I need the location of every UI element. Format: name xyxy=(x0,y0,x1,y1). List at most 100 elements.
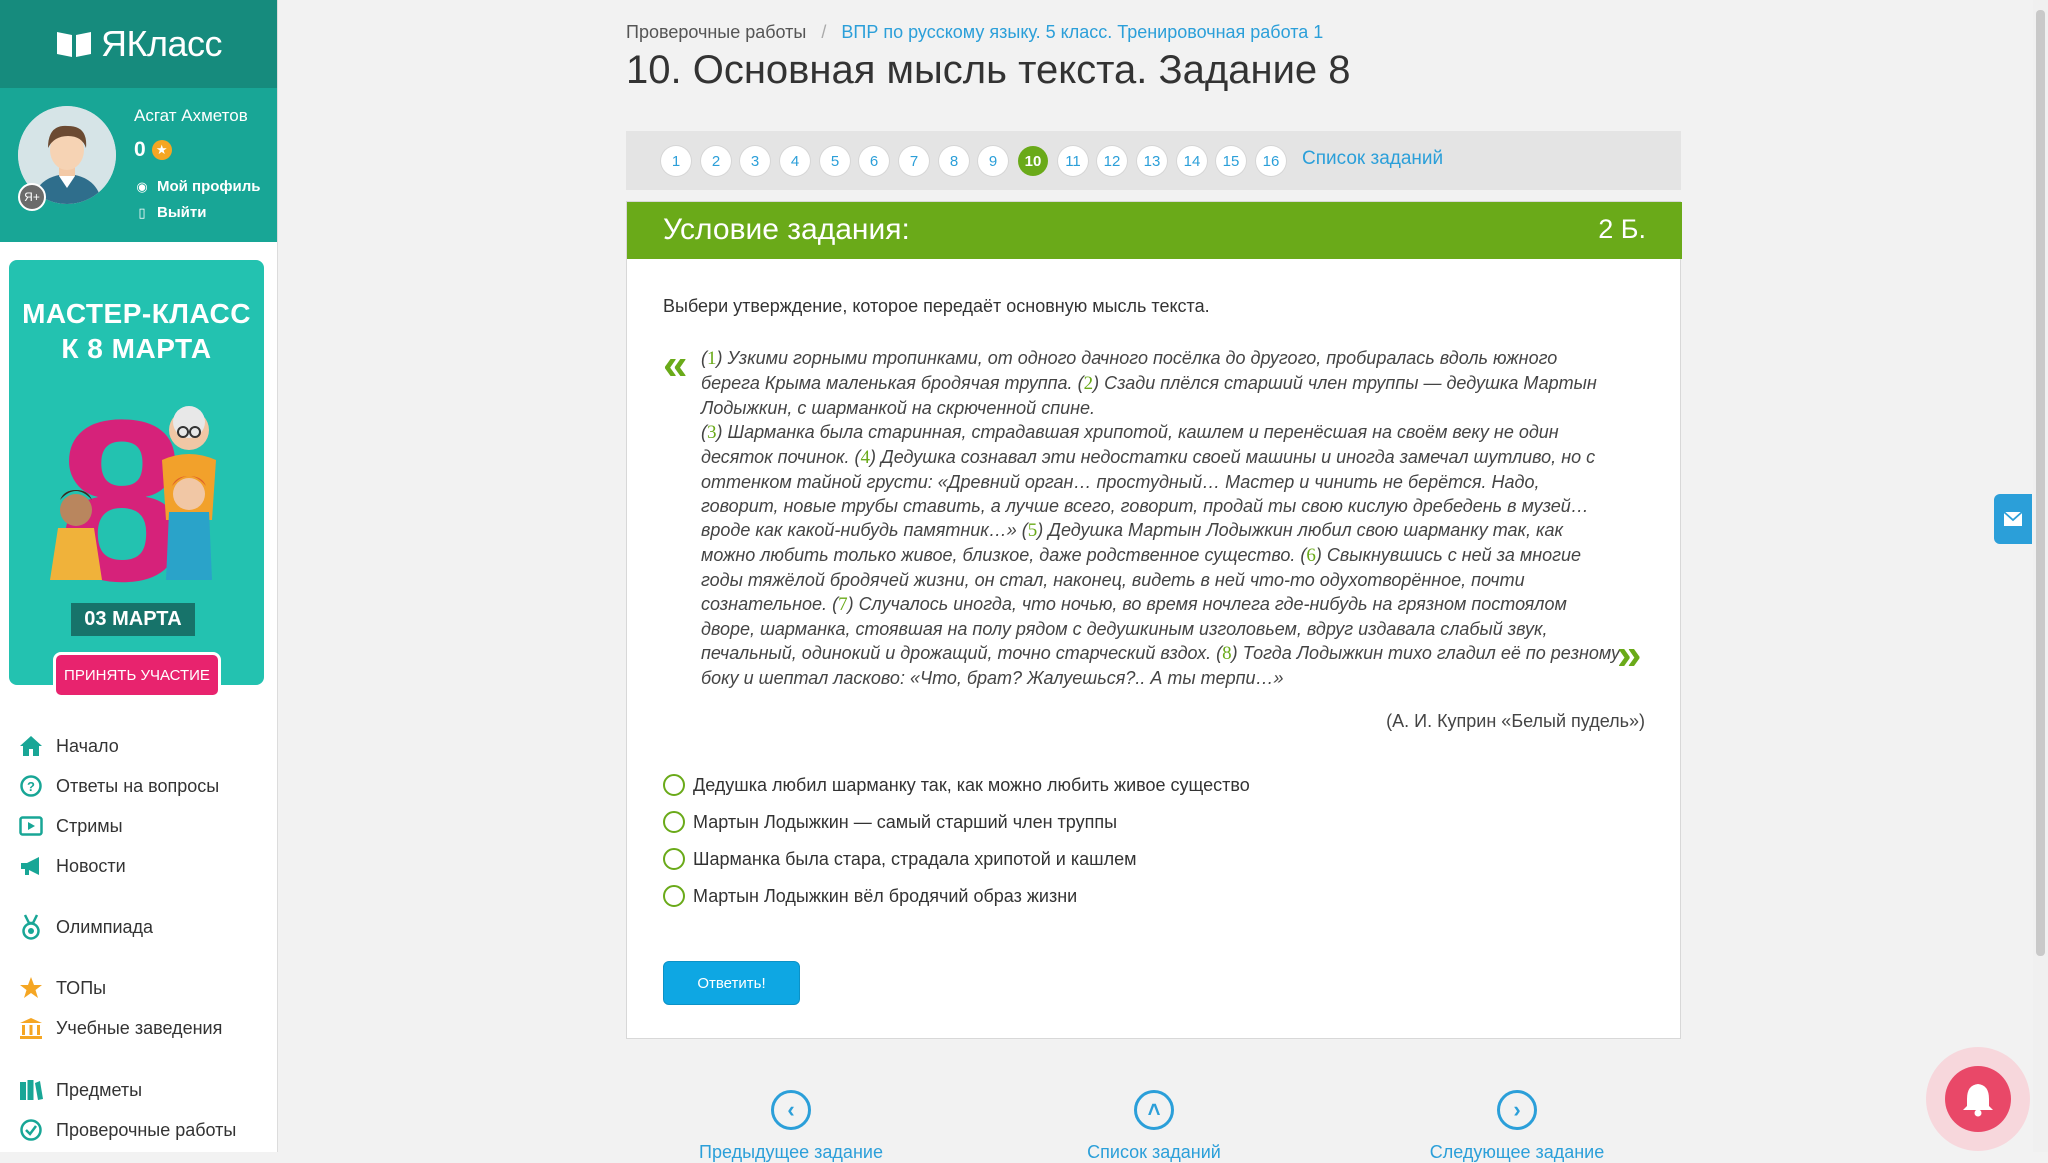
radio-button[interactable] xyxy=(663,885,685,907)
svg-text:?: ? xyxy=(27,779,35,794)
task-num-7[interactable]: 7 xyxy=(899,146,929,176)
scrollbar-thumb[interactable] xyxy=(2036,10,2045,956)
task-num-13[interactable]: 13 xyxy=(1137,146,1167,176)
radio-button[interactable] xyxy=(663,848,685,870)
door-icon: ▯ xyxy=(138,204,146,220)
sidebar-item-answers[interactable]: ? Ответы на вопросы xyxy=(18,774,219,798)
bell-icon xyxy=(1963,1084,1993,1117)
task-num-9[interactable]: 9 xyxy=(978,146,1008,176)
answer-label: Мартын Лодыжкин — самый старший член тру… xyxy=(693,811,1118,832)
home-icon xyxy=(18,734,44,758)
task-num-16[interactable]: 16 xyxy=(1256,146,1286,176)
task-list-link[interactable]: Список заданий xyxy=(1302,148,1443,170)
score-value: 0 xyxy=(134,138,146,161)
task-num-8[interactable]: 8 xyxy=(939,146,969,176)
brand-name: ЯКласс xyxy=(101,23,223,64)
plus-badge: Я+ xyxy=(18,183,46,211)
task-num-4[interactable]: 4 xyxy=(780,146,810,176)
task-num-14[interactable]: 14 xyxy=(1177,146,1207,176)
task-num-15[interactable]: 15 xyxy=(1216,146,1246,176)
sidebar-item-label: Ответы на вопросы xyxy=(56,775,220,796)
task-num-3[interactable]: 3 xyxy=(740,146,770,176)
sidebar-item-label: Предметы xyxy=(56,1079,143,1100)
chevron-up-icon[interactable]: ˄ xyxy=(1134,1090,1174,1130)
user-circle-icon: ◉ xyxy=(136,178,148,194)
task-num-2[interactable]: 2 xyxy=(701,146,731,176)
next-task-label[interactable]: Следующее задание xyxy=(1430,1142,1605,1163)
submit-answer-button[interactable]: Ответить! xyxy=(663,961,800,1005)
chevron-right-icon[interactable]: › xyxy=(1497,1090,1537,1130)
star-icon: ★ xyxy=(151,140,172,160)
next-task-nav[interactable]: › Следующее задание xyxy=(1387,1090,1647,1163)
breadcrumb-current[interactable]: ВПР по русскому языку. 5 класс. Трениров… xyxy=(841,22,1323,42)
task-header: Условие задания: 2 Б. xyxy=(627,202,1682,259)
sidebar-item-olympiad[interactable]: Олимпиада xyxy=(18,914,153,940)
sidebar-item-schools[interactable]: Учебные заведения xyxy=(18,1016,222,1040)
answer-option-3[interactable]: Шарманка была стара, страдала хрипотой и… xyxy=(663,848,1136,870)
promo-illustration: 8 xyxy=(50,390,216,590)
profile-link-label: Мой профиль xyxy=(157,178,261,195)
sidebar-item-tests[interactable]: Проверочные работы xyxy=(18,1118,236,1142)
prev-task-nav[interactable]: ‹ Предыдущее задание xyxy=(661,1090,921,1163)
breadcrumb-root[interactable]: Проверочные работы xyxy=(626,22,806,42)
passage-attribution: (А. И. Куприн «Белый пудель») xyxy=(1386,711,1645,731)
megaphone-icon xyxy=(18,854,44,878)
sidebar-item-news[interactable]: Новости xyxy=(18,854,126,878)
medal-icon xyxy=(18,914,44,940)
chevron-left-icon[interactable]: ‹ xyxy=(771,1090,811,1130)
task-num-6[interactable]: 6 xyxy=(859,146,889,176)
sidebar-item-label: Начало xyxy=(56,735,119,756)
notifications-button[interactable] xyxy=(1926,1047,2030,1151)
answer-label: Дедушка любил шарманку так, как можно лю… xyxy=(693,774,1250,795)
answer-option-1[interactable]: Дедушка любил шарманку так, как можно лю… xyxy=(663,774,1250,796)
feedback-mail-tab[interactable] xyxy=(1994,494,2032,544)
passage-text: (1) Узкими горными тропинками, от одного… xyxy=(701,346,1621,690)
answer-label: Шарманка была стара, страдала хрипотой и… xyxy=(693,848,1137,869)
sidebar: ЯКласс Я+ Асгат Ахметов 0 ★ ◉ Мой профил… xyxy=(0,0,278,1152)
mail-icon xyxy=(2003,511,2023,526)
user-name: Асгат Ахметов xyxy=(134,106,248,125)
logo[interactable]: ЯКласс xyxy=(0,0,277,88)
user-panel: Я+ Асгат Ахметов 0 ★ ◉ Мой профиль ▯ Вый… xyxy=(0,88,277,242)
building-icon xyxy=(18,1016,44,1040)
quote-close-icon: » xyxy=(1617,630,1642,679)
task-points: 2 Б. xyxy=(1598,214,1646,244)
task-num-5[interactable]: 5 xyxy=(820,146,850,176)
answer-option-4[interactable]: Мартын Лодыжкин вёл бродячий образ жизни xyxy=(663,885,1077,907)
prev-task-label[interactable]: Предыдущее задание xyxy=(699,1142,883,1163)
promo-title-line2: К 8 МАРТА xyxy=(61,333,212,364)
task-list-nav-label[interactable]: Список заданий xyxy=(1087,1142,1221,1163)
book-logo-icon xyxy=(57,32,91,57)
sidebar-item-label: ТОПы xyxy=(56,977,107,998)
task-num-10-active[interactable]: 10 xyxy=(1018,146,1048,176)
check-icon xyxy=(18,1118,44,1142)
radio-button[interactable] xyxy=(663,811,685,833)
sidebar-item-tops[interactable]: ТОПы xyxy=(18,976,106,1000)
task-number-nav: 1 2 3 4 5 6 7 8 9 10 11 12 13 14 15 16 С… xyxy=(626,131,1681,190)
sidebar-item-label: Учебные заведения xyxy=(56,1017,223,1038)
promo-participate-button[interactable]: ПРИНЯТЬ УЧАСТИЕ xyxy=(53,652,221,698)
breadcrumb: Проверочные работы / ВПР по русскому язы… xyxy=(626,22,1323,43)
task-list-nav[interactable]: ˄ Список заданий xyxy=(1024,1090,1284,1163)
answer-option-2[interactable]: Мартын Лодыжкин — самый старший член тру… xyxy=(663,811,1117,833)
task-num-1[interactable]: 1 xyxy=(661,146,691,176)
question-icon: ? xyxy=(18,774,44,798)
user-score: 0 ★ xyxy=(134,138,172,162)
logout-link[interactable]: ▯ Выйти xyxy=(134,204,206,221)
sidebar-item-streams[interactable]: Стримы xyxy=(18,814,123,838)
quote-open-icon: « xyxy=(663,340,688,389)
star-icon xyxy=(18,976,44,1000)
play-icon xyxy=(18,814,44,838)
promo-date: 03 МАРТА xyxy=(71,603,195,636)
radio-button[interactable] xyxy=(663,774,685,796)
sidebar-item-home[interactable]: Начало xyxy=(18,734,119,758)
task-num-11[interactable]: 11 xyxy=(1058,146,1088,176)
promo-title: МАСТЕР-КЛАСС К 8 МАРТА xyxy=(9,296,264,366)
task-card: Условие задания: 2 Б. Выбери утверждение… xyxy=(626,201,1682,1039)
sidebar-item-label: Новости xyxy=(56,855,126,876)
promo-banner[interactable]: МАСТЕР-КЛАСС К 8 МАРТА 8 03 МАРТА ПРИНЯТ… xyxy=(9,260,264,698)
task-num-12[interactable]: 12 xyxy=(1097,146,1127,176)
profile-link[interactable]: ◉ Мой профиль xyxy=(134,178,261,195)
task-question: Выбери утверждение, которое передаёт осн… xyxy=(663,296,1210,316)
sidebar-item-subjects[interactable]: Предметы xyxy=(18,1078,142,1102)
